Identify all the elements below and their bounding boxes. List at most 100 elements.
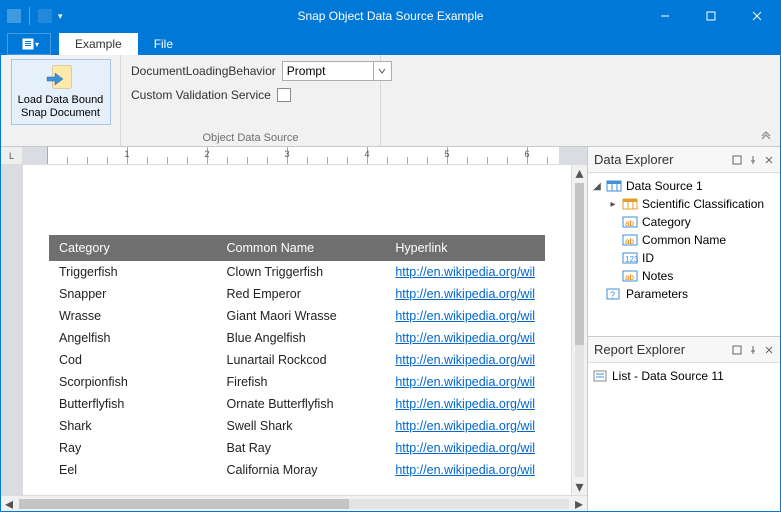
tree-node-parameters[interactable]: ? Parameters [592,285,778,303]
cell-common-name: Giant Maori Wrasse [217,305,386,327]
tab-example[interactable]: Example [59,33,138,55]
table-row[interactable]: WrasseGiant Maori Wrassehttp://en.wikipe… [49,305,545,327]
ruler-number: 6 [524,149,529,159]
cell-hyperlink[interactable]: http://en.wikipedia.org/wil [385,261,545,283]
cell-category: Triggerfish [49,261,217,283]
report-explorer-body[interactable]: List - Data Source 11 [588,363,780,511]
field-icon [622,197,638,211]
close-button[interactable] [734,1,780,31]
panel-close-icon[interactable] [764,345,774,355]
collapse-icon[interactable]: ◢ [592,181,602,192]
ruler-corner[interactable]: L [1,147,23,164]
scroll-thumb-vertical[interactable] [575,183,584,345]
cell-hyperlink[interactable]: http://en.wikipedia.org/wil [385,393,545,415]
column-header[interactable]: Category [49,235,217,261]
ribbon-group-label: Object Data Source [131,130,370,144]
table-row[interactable]: TriggerfishClown Triggerfishhttp://en.wi… [49,261,545,283]
panel-pin-icon[interactable] [748,155,758,165]
cell-category: Wrasse [49,305,217,327]
horizontal-scrollbar[interactable]: ◂ ▸ [1,495,587,511]
cell-common-name: Bat Ray [217,437,386,459]
column-header[interactable]: Hyperlink [385,235,545,261]
cell-common-name: Ornate Butterflyfish [217,393,386,415]
minimize-button[interactable] [642,1,688,31]
cell-category: Eel [49,459,217,481]
horizontal-ruler[interactable]: 123456 [23,147,587,164]
loading-behavior-input[interactable] [283,62,373,80]
scroll-right-icon[interactable]: ▸ [571,496,587,512]
table-row[interactable]: SnapperRed Emperorhttp://en.wikipedia.or… [49,283,545,305]
panel-pin-icon[interactable] [748,345,758,355]
tree-node-field[interactable]: ab Common Name [608,231,778,249]
tree-node-label: Category [642,215,691,229]
vertical-scrollbar[interactable]: ▴ ▾ [571,165,587,495]
tree-node-label: Common Name [642,233,726,247]
tree-node-datasource[interactable]: ◢ Data Source 1 [592,177,778,195]
maximize-button[interactable] [688,1,734,31]
tree-node-label: Data Source 1 [626,179,703,193]
panel-window-icon[interactable] [732,345,742,355]
table-row[interactable]: CodLunartail Rockcodhttp://en.wikipedia.… [49,349,545,371]
titlebar: ▾ Snap Object Data Source Example [1,1,780,31]
scroll-up-icon[interactable]: ▴ [572,165,587,181]
cell-hyperlink[interactable]: http://en.wikipedia.org/wil [385,459,545,481]
cell-category: Scorpionfish [49,371,217,393]
data-explorer-title: Data Explorer [594,152,673,167]
cell-hyperlink[interactable]: http://en.wikipedia.org/wil [385,327,545,349]
column-header[interactable]: Common Name [217,235,386,261]
chevron-down-icon[interactable] [373,62,391,80]
report-explorer-header[interactable]: Report Explorer [588,337,780,363]
custom-validation-checkbox[interactable] [277,88,291,102]
cell-common-name: California Moray [217,459,386,481]
data-explorer-header[interactable]: Data Explorer [588,147,780,173]
cell-hyperlink[interactable]: http://en.wikipedia.org/wil [385,349,545,371]
data-table: CategoryCommon NameHyperlink Triggerfish… [49,235,545,481]
report-list-label: List - Data Source 11 [612,369,724,383]
file-menu-button[interactable]: ▾ [7,33,51,55]
table-row[interactable]: SharkSwell Sharkhttp://en.wikipedia.org/… [49,415,545,437]
cell-category: Snapper [49,283,217,305]
panel-window-icon[interactable] [732,155,742,165]
cell-common-name: Red Emperor [217,283,386,305]
cell-hyperlink[interactable]: http://en.wikipedia.org/wil [385,305,545,327]
report-list-item[interactable]: List - Data Source 11 [590,367,778,385]
scroll-left-icon[interactable]: ◂ [1,496,17,512]
document-viewport[interactable]: CategoryCommon NameHyperlink Triggerfish… [23,165,571,495]
cell-hyperlink[interactable]: http://en.wikipedia.org/wil [385,283,545,305]
table-row[interactable]: ButterflyfishOrnate Butterflyfishhttp://… [49,393,545,415]
tree-node-field[interactable]: ▸ Scientific Classification [608,195,778,213]
scroll-thumb-horizontal[interactable] [19,499,349,509]
tree-node-label: Notes [642,269,673,283]
vertical-ruler[interactable] [1,165,23,495]
table-row[interactable]: ScorpionfishFirefishhttp://en.wikipedia.… [49,371,545,393]
cell-common-name: Firefish [217,371,386,393]
ribbon-collapse-icon[interactable] [760,128,772,140]
tree-node-label: Parameters [626,287,688,301]
table-row[interactable]: AngelfishBlue Angelfishhttp://en.wikiped… [49,327,545,349]
big-button-label: Load Data Bound Snap Document [18,94,104,120]
expand-icon[interactable]: ▸ [608,199,618,210]
cell-category: Ray [49,437,217,459]
qat-slot[interactable] [38,9,52,23]
tree-node-field[interactable]: 123ID [608,249,778,267]
tree-node-field[interactable]: abNotes [608,267,778,285]
table-row[interactable]: EelCalifornia Morayhttp://en.wikipedia.o… [49,459,545,481]
cell-hyperlink[interactable]: http://en.wikipedia.org/wil [385,371,545,393]
panel-close-icon[interactable] [764,155,774,165]
cell-hyperlink[interactable]: http://en.wikipedia.org/wil [385,437,545,459]
load-data-bound-snap-document-button[interactable]: Load Data Bound Snap Document [11,59,111,125]
cell-hyperlink[interactable]: http://en.wikipedia.org/wil [385,415,545,437]
report-explorer-title: Report Explorer [594,342,685,357]
qat-separator [29,7,30,25]
datasource-icon [606,179,622,193]
tree-node-label: Scientific Classification [642,197,764,211]
table-row[interactable]: RayBat Rayhttp://en.wikipedia.org/wil [49,437,545,459]
tab-file[interactable]: File [138,33,189,55]
loading-behavior-combo[interactable] [282,61,392,81]
ruler-number: 3 [284,149,289,159]
cell-common-name: Clown Triggerfish [217,261,386,283]
field-icon: ab [622,233,638,247]
tree-node-field[interactable]: abCategory [608,213,778,231]
qat-dropdown-icon[interactable]: ▾ [58,11,63,22]
data-explorer-tree[interactable]: ◢ Data Source 1 ▸ Scientific Classificati… [588,173,780,336]
